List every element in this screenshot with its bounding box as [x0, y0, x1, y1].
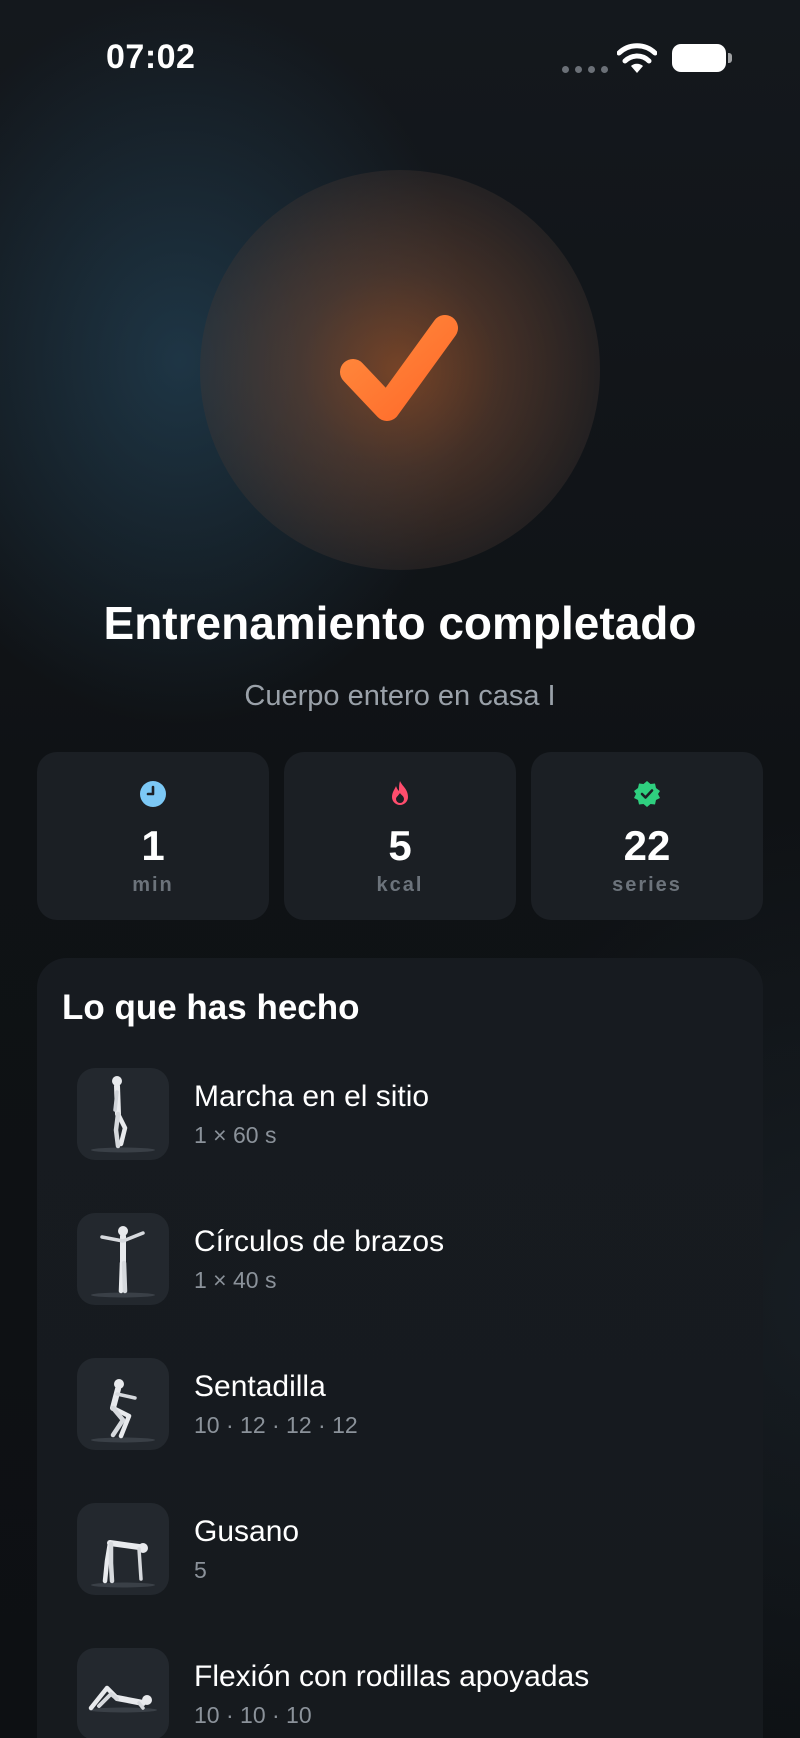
exercise-detail: 1 × 40 s [194, 1267, 277, 1293]
stat-value: 22 [623, 822, 671, 869]
knee-pushup-figure-icon [77, 1648, 169, 1738]
stats-row: 1 min 5 kcal 22 series [37, 752, 763, 920]
exercise-item-knee-pushup[interactable]: Flexión con rodillas apoyadas 10 · 10 · … [77, 1648, 737, 1738]
cellular-signal-icon [562, 66, 608, 73]
stat-card-sets: 22 series [531, 752, 763, 920]
battery-icon [672, 44, 732, 72]
exercise-detail: 10 · 10 · 10 [194, 1702, 312, 1728]
workout-name: Cuerpo entero en casa I [244, 680, 556, 712]
page-title: Entrenamiento completado [103, 597, 697, 649]
stat-value: 1 [141, 822, 165, 869]
march-figure-icon [77, 1068, 169, 1160]
stat-value: 5 [388, 822, 412, 869]
exercise-item-squat[interactable]: Sentadilla 10 · 12 · 12 · 12 [77, 1358, 737, 1450]
status-time: 07:02 [106, 38, 196, 76]
arm-circles-figure-icon [77, 1213, 169, 1305]
exercise-name: Círculos de brazos [194, 1225, 445, 1258]
exercise-detail: 5 [194, 1557, 207, 1583]
verified-badge-icon [634, 781, 660, 807]
wifi-icon [617, 43, 657, 73]
exercise-name: Marcha en el sitio [194, 1080, 430, 1113]
stat-card-duration: 1 min [37, 752, 269, 920]
exercise-name: Flexión con rodillas apoyadas [194, 1660, 590, 1693]
squat-figure-icon [77, 1358, 169, 1450]
exercise-name: Sentadilla [194, 1370, 326, 1403]
exercise-item-march[interactable]: Marcha en el sitio 1 × 60 s [77, 1068, 737, 1160]
stat-unit: min [132, 874, 174, 896]
clock-icon [140, 781, 166, 807]
completed-exercises-panel: Lo que has hecho Marcha en el sitio 1 × … [37, 958, 763, 1738]
stat-unit: series [612, 874, 682, 896]
status-bar: 07:02 [0, 0, 800, 110]
exercise-detail: 1 × 60 s [194, 1122, 277, 1148]
stat-card-calories: 5 kcal [284, 752, 516, 920]
exercise-item-arm-circles[interactable]: Círculos de brazos 1 × 40 s [77, 1213, 737, 1305]
workout-complete-screen: 07:02 Entrenamiento completado Cuerpo en… [0, 0, 800, 1738]
check-icon [340, 315, 458, 421]
flame-icon [392, 781, 408, 805]
inchworm-figure-icon [77, 1503, 169, 1595]
stat-unit: kcal [376, 874, 424, 896]
exercise-name: Gusano [194, 1515, 300, 1548]
exercise-detail: 10 · 12 · 12 · 12 [194, 1412, 358, 1438]
exercise-item-inchworm[interactable]: Gusano 5 [77, 1503, 737, 1595]
section-title: Lo que has hecho [62, 988, 360, 1027]
